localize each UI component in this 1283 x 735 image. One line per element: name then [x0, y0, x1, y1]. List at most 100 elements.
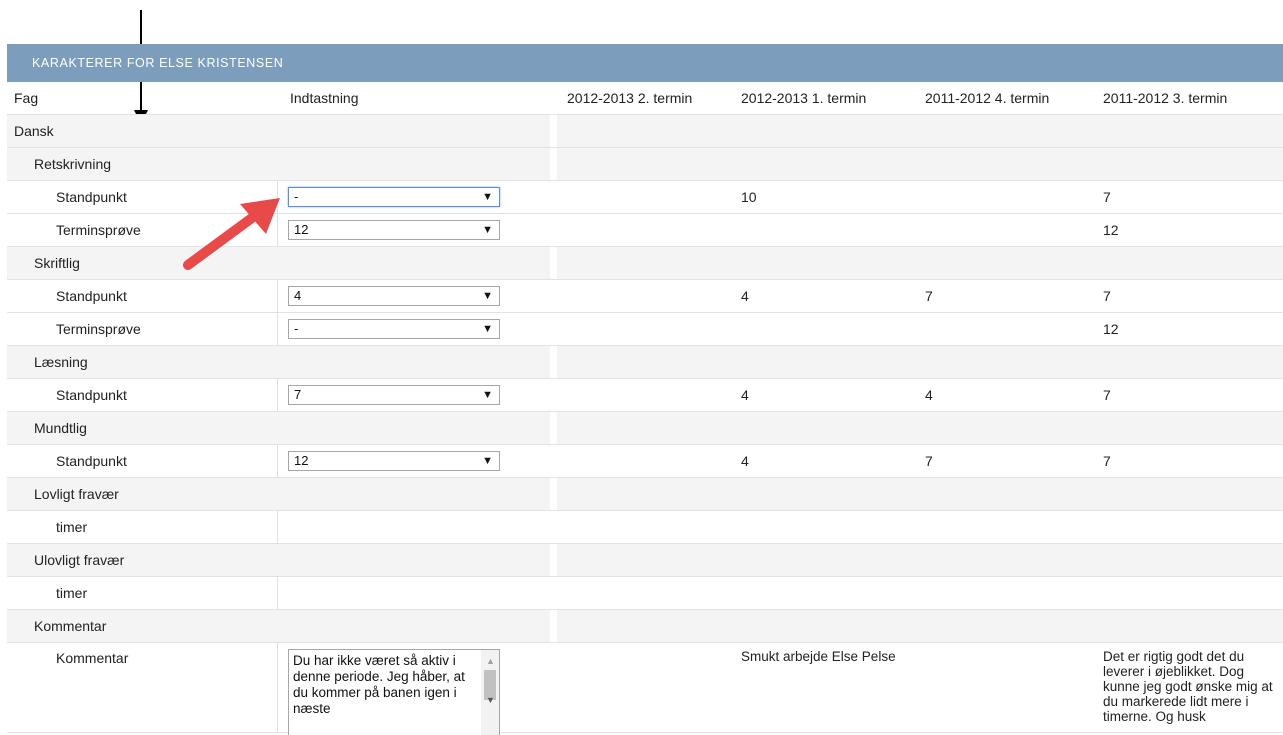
absence-label: timer: [56, 519, 88, 535]
column-gap: [550, 181, 557, 213]
comment-term-2011-2012-3: Det er rigtig godt det du leverer i øjeb…: [1103, 649, 1273, 724]
comment-term-2012-2013-1: Smukt arbejde Else Pelse: [741, 649, 896, 664]
dropdown-arrow-icon: ▼: [482, 224, 493, 236]
section-label: Mundtlig: [34, 420, 87, 436]
column-gap: [550, 280, 557, 312]
column-gap: [550, 610, 557, 642]
column-gap: [550, 478, 557, 510]
input-cell: [277, 511, 550, 543]
grade-value: 7: [1103, 288, 1111, 304]
grade-value: [917, 181, 1092, 213]
column-gap: [550, 577, 557, 609]
grade-row: Standpunkt 12 ▼ 4 7 7: [7, 445, 1283, 478]
grade-label: Standpunkt: [56, 288, 127, 304]
grade-select-value: 12: [294, 453, 309, 468]
grade-value: [917, 313, 1092, 345]
grade-label: Terminsprøve: [56, 321, 141, 337]
dropdown-arrow-icon: ▼: [482, 290, 493, 302]
textarea-scrollbar[interactable]: ▲ ▼: [481, 650, 499, 735]
dropdown-arrow-icon: ▼: [482, 455, 493, 467]
grade-value: 7: [1103, 189, 1111, 205]
absence-label: timer: [56, 585, 88, 601]
section-label: Ulovligt fravær: [34, 552, 125, 568]
comment-row: Kommentar Du har ikke været så aktiv i d…: [7, 643, 1283, 735]
input-cell: Du har ikke været så aktiv i denne perio…: [277, 643, 550, 735]
grade-value: 4: [741, 453, 749, 469]
dropdown-arrow-icon: ▼: [482, 389, 493, 401]
column-gap: [550, 379, 557, 411]
input-cell: - ▼: [277, 313, 550, 345]
grade-row: Terminsprøve - ▼ 12: [7, 313, 1283, 346]
grade-select[interactable]: - ▼: [288, 319, 500, 339]
col-term-2011-2012-4: 2011-2012 4. termin: [925, 90, 1050, 106]
scroll-up-icon[interactable]: ▲: [486, 653, 495, 669]
grade-value: 12: [1103, 222, 1119, 238]
section-label: Retskrivning: [34, 156, 112, 172]
grade-value: 4: [741, 288, 749, 304]
col-term-2012-2013-1: 2012-2013 1. termin: [741, 90, 867, 106]
grade-select-value: -: [294, 321, 299, 336]
grade-value: 7: [1103, 387, 1111, 403]
column-header-row: Fag Indtastning 2012-2013 2. termin 2012…: [7, 82, 1283, 115]
grade-select-value: 12: [294, 222, 309, 237]
panel-title: KARAKTERER FOR ELSE KRISTENSEN: [7, 44, 1283, 82]
grade-value: 10: [741, 189, 757, 205]
grade-row: Standpunkt 4 ▼ 4 7 7: [7, 280, 1283, 313]
section-row: Mundtlig: [7, 412, 1283, 445]
col-term-2012-2013-2: 2012-2013 2. termin: [567, 90, 693, 106]
input-cell: 7 ▼: [277, 379, 550, 411]
input-cell: [277, 577, 550, 609]
column-gap: [550, 346, 557, 378]
grades-panel: KARAKTERER FOR ELSE KRISTENSEN Fag Indta…: [7, 44, 1283, 735]
section-label: Kommentar: [34, 618, 107, 634]
grade-select[interactable]: 7 ▼: [288, 385, 500, 405]
column-gap: [550, 412, 557, 444]
col-indtastning: Indtastning: [290, 90, 359, 106]
grade-value: 4: [741, 387, 749, 403]
column-gap: [550, 544, 557, 576]
section-row: Retskrivning: [7, 148, 1283, 181]
subject-row: Dansk: [7, 115, 1283, 148]
input-cell: 12 ▼: [277, 445, 550, 477]
dropdown-arrow-icon: ▼: [482, 191, 493, 203]
column-gap: [550, 643, 557, 732]
section-row: Ulovligt fravær: [7, 544, 1283, 577]
dropdown-arrow-icon: ▼: [482, 323, 493, 335]
input-cell: - ▼: [277, 181, 550, 213]
grade-value: 12: [1103, 321, 1119, 337]
grade-select-value: 7: [294, 387, 302, 402]
grade-select[interactable]: 12 ▼: [288, 451, 500, 471]
column-gap: [550, 511, 557, 543]
comment-textarea[interactable]: Du har ikke været så aktiv i denne perio…: [288, 649, 500, 735]
annotation-arrow-red: [183, 198, 280, 270]
absence-row: timer: [7, 511, 1283, 544]
grade-select-value: -: [294, 189, 299, 204]
grade-value: 7: [925, 453, 933, 469]
scroll-down-icon[interactable]: ▼: [486, 692, 495, 708]
comment-textarea-text: Du har ikke været så aktiv i denne perio…: [293, 653, 465, 716]
input-cell: 12 ▼: [277, 214, 550, 246]
subject-label: Dansk: [14, 123, 54, 139]
comment-label: Kommentar: [56, 650, 129, 666]
grade-label: Standpunkt: [56, 453, 127, 469]
section-row: Kommentar: [7, 610, 1283, 643]
grade-select[interactable]: 12 ▼: [288, 220, 500, 240]
column-gap: [550, 148, 557, 180]
column-gap: [550, 214, 557, 246]
grade-value: 7: [925, 288, 933, 304]
grade-select-value: 4: [294, 288, 302, 303]
grade-select[interactable]: 4 ▼: [288, 286, 500, 306]
column-gap: [550, 115, 557, 147]
grade-label: Standpunkt: [56, 387, 127, 403]
section-row: Læsning: [7, 346, 1283, 379]
col-fag: Fag: [14, 90, 39, 106]
input-cell: 4 ▼: [277, 280, 550, 312]
section-label: Læsning: [34, 354, 88, 370]
grade-value: [917, 214, 1092, 246]
column-gap: [550, 445, 557, 477]
grade-row: Standpunkt 7 ▼ 4 4 7: [7, 379, 1283, 412]
column-gap: [550, 313, 557, 345]
grade-value: 7: [1103, 453, 1111, 469]
grade-select[interactable]: - ▼: [288, 187, 500, 207]
grade-value: [735, 313, 915, 345]
